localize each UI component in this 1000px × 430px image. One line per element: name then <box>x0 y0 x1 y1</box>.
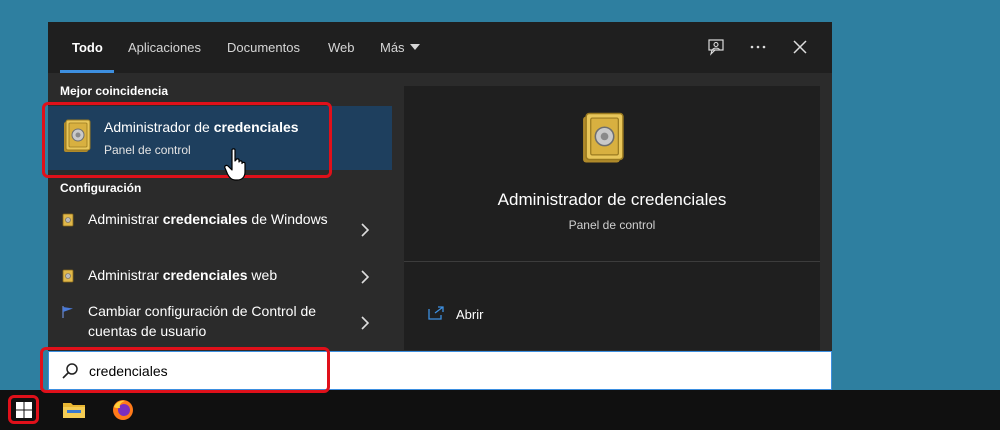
chevron-right-icon <box>361 316 370 330</box>
results-list: Mejor coincidencia Administrador de cred… <box>48 73 392 351</box>
safe-icon <box>583 112 624 163</box>
credential-icon <box>62 213 74 227</box>
settings-item-bold: credenciales <box>162 211 248 227</box>
best-match-title-bold: credenciales <box>213 119 299 135</box>
best-match-heading: Mejor coincidencia <box>60 84 169 98</box>
best-match-subtitle: Panel de control <box>104 143 191 157</box>
settings-item-prefix: Cambiar configuración de Control de cuen… <box>88 303 317 339</box>
tab-documentos[interactable]: Documentos <box>227 40 300 55</box>
detail-pane: Administrador de credenciales Panel de c… <box>404 86 820 350</box>
search-tabs-bar: Todo Aplicaciones Documentos Web Más <box>48 22 832 73</box>
settings-item-prefix: Administrar <box>88 267 163 283</box>
safe-icon <box>64 119 91 152</box>
search-flyout: Todo Aplicaciones Documentos Web Más Mej… <box>48 22 832 390</box>
search-box <box>48 351 832 390</box>
taskbar <box>0 390 1000 430</box>
open-icon <box>428 306 444 320</box>
chevron-down-icon <box>409 44 420 50</box>
file-explorer-icon <box>63 403 85 418</box>
settings-item[interactable]: Administrar credenciales web <box>48 265 392 291</box>
chevron-right-icon <box>361 223 370 237</box>
settings-item-prefix: Administrar <box>88 211 163 227</box>
tab-mas[interactable]: Más <box>380 40 420 55</box>
best-match-title-prefix: Administrador de <box>104 119 214 135</box>
detail-subtitle: Panel de control <box>568 218 656 232</box>
settings-item-bold: credenciales <box>162 267 248 283</box>
search-icon <box>62 363 78 379</box>
search-input[interactable] <box>89 358 789 384</box>
windows-start-icon <box>16 402 32 418</box>
tab-mas-label: Más <box>380 40 405 55</box>
best-match-title: Administrador de credenciales <box>104 119 299 135</box>
settings-item-label: Cambiar configuración de Control de cuen… <box>88 301 358 341</box>
settings-item-suffix: web <box>247 267 278 283</box>
tab-aplicaciones[interactable]: Aplicaciones <box>128 40 201 55</box>
tab-todo[interactable]: Todo <box>72 40 103 55</box>
credential-icon <box>62 269 74 283</box>
hand-cursor-icon <box>224 148 246 181</box>
taskbar-firefox[interactable] <box>99 390 147 430</box>
settings-item[interactable]: Cambiar configuración de Control de cuen… <box>48 301 392 345</box>
best-match-result[interactable]: Administrador de credenciales Panel de c… <box>48 106 392 170</box>
feedback-icon[interactable] <box>705 36 727 58</box>
detail-title: Administrador de credenciales <box>497 190 727 209</box>
settings-item[interactable]: Administrar credenciales de Windows <box>48 209 392 253</box>
start-button[interactable] <box>0 390 48 430</box>
open-button[interactable]: Abrir <box>428 304 548 328</box>
settings-item-suffix: de Windows <box>247 211 328 227</box>
firefox-icon <box>113 400 133 420</box>
settings-heading: Configuración <box>60 181 142 195</box>
tab-web[interactable]: Web <box>328 40 355 55</box>
settings-item-label: Administrar credenciales web <box>88 265 358 285</box>
close-icon[interactable] <box>789 36 811 58</box>
open-label: Abrir <box>456 307 484 322</box>
taskbar-file-explorer[interactable] <box>50 390 98 430</box>
more-options-icon[interactable] <box>747 36 769 58</box>
settings-item-label: Administrar credenciales de Windows <box>88 209 358 229</box>
uac-flag-icon <box>62 306 73 318</box>
chevron-right-icon <box>361 270 370 284</box>
detail-divider <box>404 261 820 262</box>
